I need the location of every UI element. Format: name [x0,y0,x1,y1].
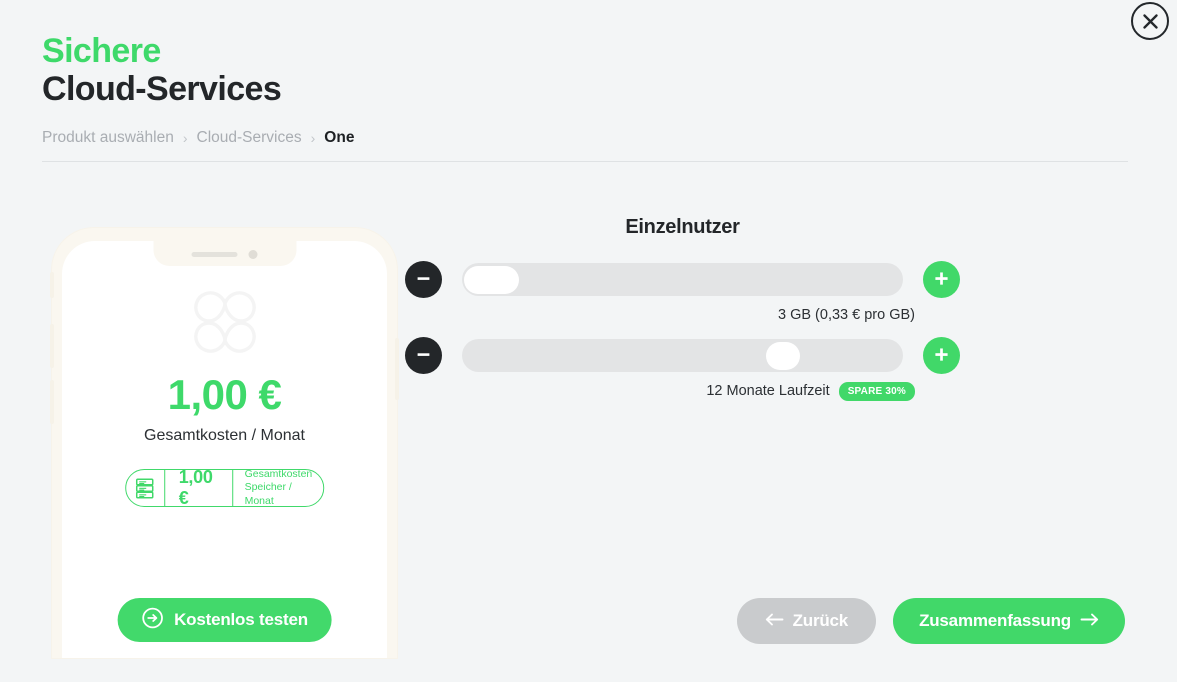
close-dialog-button[interactable] [1131,2,1169,40]
phone-mute-button [50,272,54,298]
breadcrumb-item-one: One [324,129,355,146]
back-button[interactable]: Zurück [736,598,877,644]
phone-volume-down-button [50,380,54,424]
storage-cost-badge: 1,00 € Gesamtkosten Speicher / Monat [124,467,325,508]
page-header: Sichere Cloud-Services [42,32,282,109]
arrow-right-circle-icon [141,607,163,634]
phone-power-button [395,338,399,400]
summary-button-label: Zusammenfassung [919,611,1071,630]
breadcrumb: Produkt auswählen › Cloud-Services › One [42,129,354,147]
breadcrumb-separator: › [310,130,316,146]
storage-increment-button[interactable] [923,261,960,298]
phone-screen: 1,00 € Gesamtkosten / Monat 1,00 € Gesam… [62,241,387,658]
close-icon [1142,13,1159,30]
phone-preview: 1,00 € Gesamtkosten / Monat 1,00 € Gesam… [50,228,399,658]
storage-badge-label-line2: Speicher / Monat [244,481,292,507]
breadcrumb-item-produkt-auswaehlen[interactable]: Produkt auswählen [42,129,174,147]
phone-speaker [191,252,238,257]
summary-button[interactable]: Zusammenfassung [893,598,1125,644]
arrow-right-icon [1080,611,1099,631]
storage-decrement-button[interactable] [405,261,442,298]
storage-slider-caption: 3 GB (0,33 € pro GB) [405,305,960,325]
phone-frame: 1,00 € Gesamtkosten / Monat 1,00 € Gesam… [50,228,399,658]
configurator-title: Einzelnutzer [625,216,740,238]
plus-icon [933,270,950,290]
contract-term-decrement-button[interactable] [405,337,442,374]
free-trial-button[interactable]: Kostenlos testen [117,598,332,642]
wizard-navigation: Zurück Zusammenfassung [736,598,1125,644]
page-title: Cloud-Services [42,70,282,109]
minus-icon [415,346,432,366]
free-trial-button-label: Kostenlos testen [174,610,308,629]
back-button-label: Zurück [792,611,849,630]
storage-badge-label: Gesamtkosten Speicher / Monat [234,468,324,507]
cloud-clover-logo-icon [189,289,261,355]
plus-icon [933,346,950,366]
storage-slider-handle[interactable] [464,265,519,294]
breadcrumb-item-cloud-services[interactable]: Cloud-Services [197,129,302,147]
contract-term-value-label: 12 Monate Laufzeit [706,383,830,399]
storage-slider-row [405,261,960,298]
savings-badge: SPARE 30% [838,381,915,401]
contract-term-slider-row [405,337,960,374]
breadcrumb-separator: › [182,130,188,146]
contract-term-slider-track[interactable] [462,339,903,372]
total-price-caption: Gesamtkosten / Monat [144,427,305,444]
storage-value-label: 3 GB (0,33 € pro GB) [777,307,915,323]
contract-term-slider-handle[interactable] [766,341,800,370]
header-divider [42,161,1128,162]
phone-camera [248,250,258,259]
storage-badge-label-line1: Gesamtkosten [244,468,313,481]
server-storage-icon [126,470,165,506]
storage-slider-track[interactable] [462,263,903,296]
minus-icon [415,270,432,290]
contract-term-slider-caption: 12 Monate Laufzeit SPARE 30% [405,381,960,401]
arrow-left-icon [765,611,784,631]
phone-notch [153,241,296,266]
storage-badge-price: 1,00 € [164,467,234,508]
phone-volume-up-button [50,324,54,368]
total-price: 1,00 € [167,371,282,418]
page-title-accent: Sichere [42,32,161,70]
contract-term-increment-button[interactable] [923,337,960,374]
configurator-panel: Einzelnutzer 3 GB (0,33 € pro GB) 12 Mon… [405,216,960,401]
